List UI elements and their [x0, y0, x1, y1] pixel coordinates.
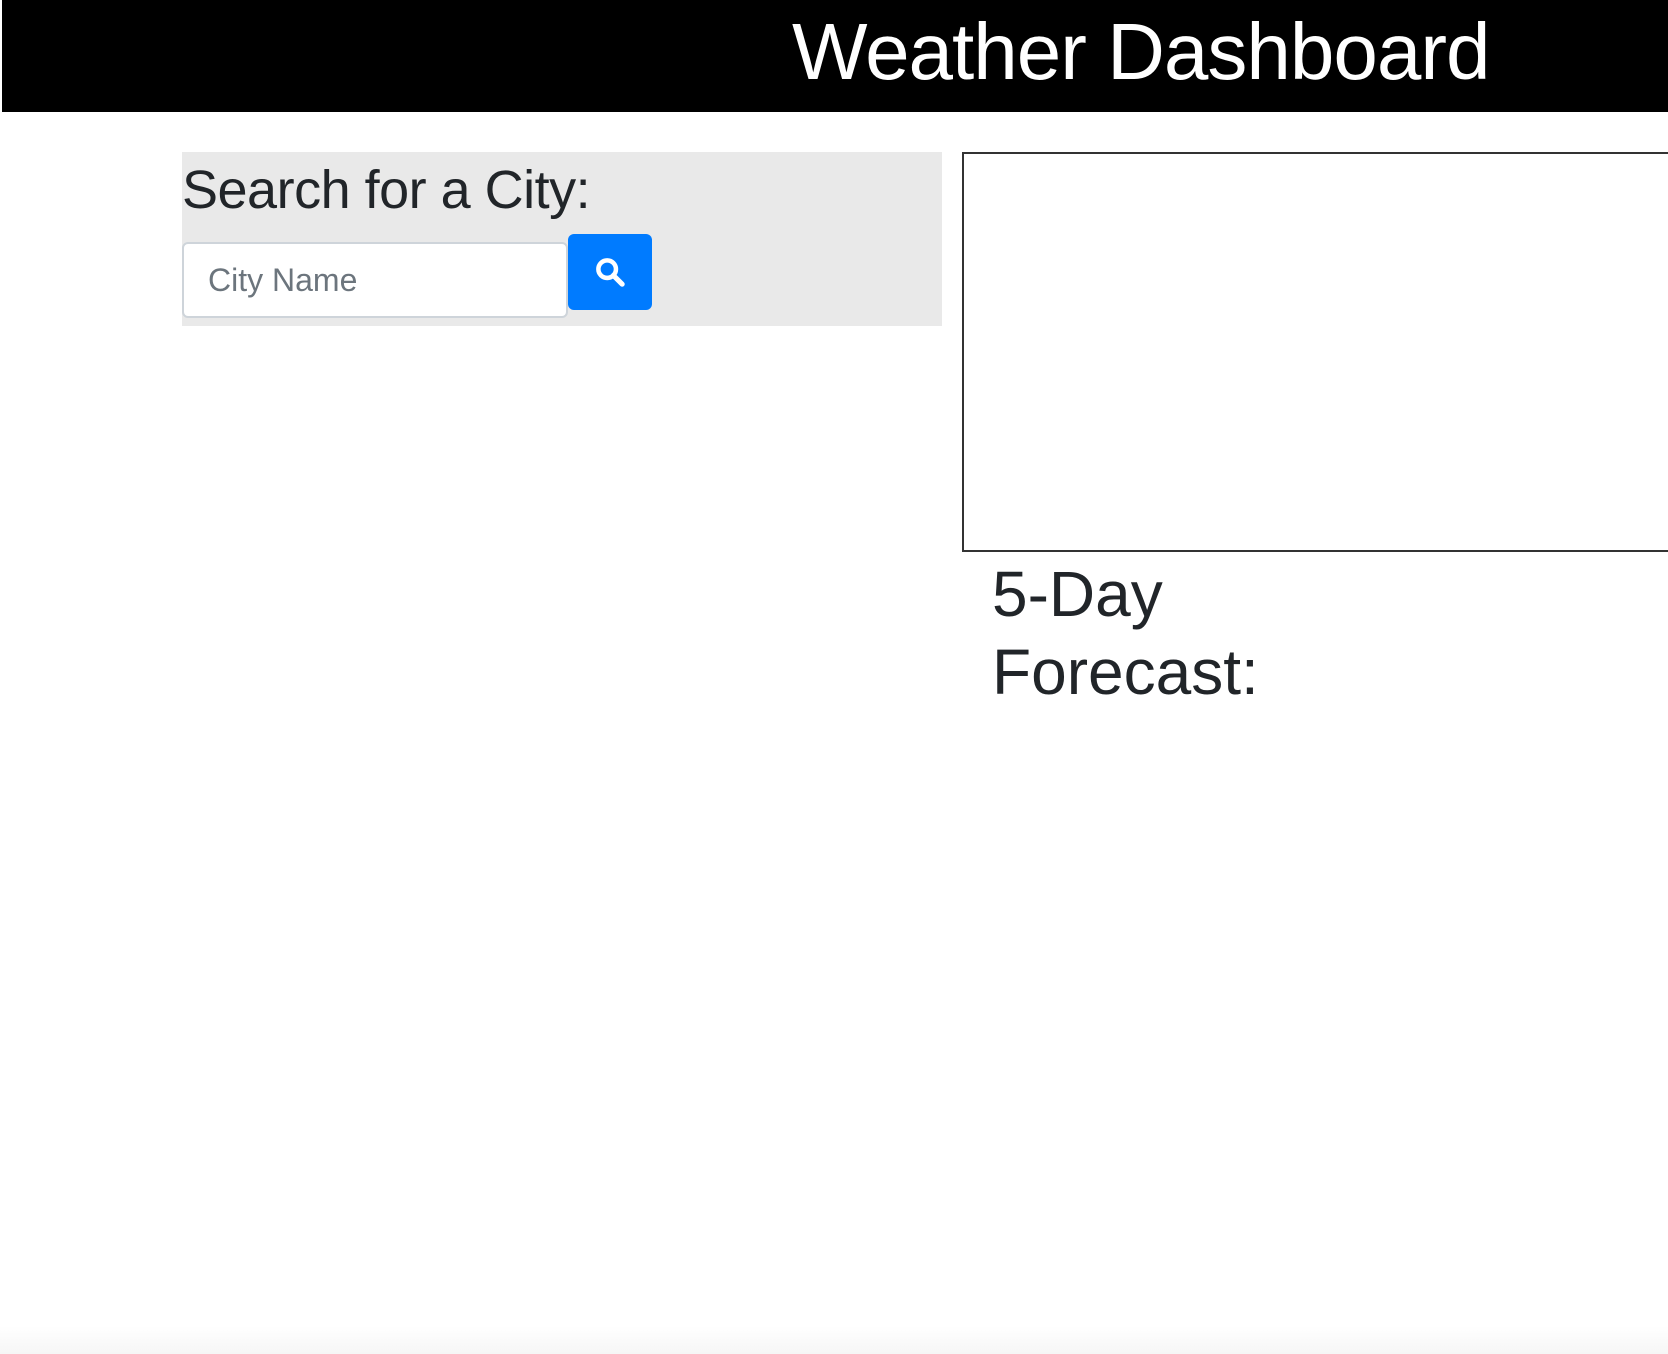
- search-button[interactable]: [568, 234, 652, 310]
- header-bar: Weather Dashboard: [2, 0, 1668, 112]
- search-heading: Search for a City:: [182, 160, 591, 220]
- current-weather-box: [962, 152, 1668, 552]
- city-search-input[interactable]: [182, 242, 568, 318]
- forecast-heading: 5-Day Forecast:: [992, 558, 1259, 708]
- search-icon: [593, 255, 627, 289]
- page-title: Weather Dashboard: [792, 7, 1490, 96]
- bottom-page-edge: [0, 1326, 1668, 1354]
- search-panel: Search for a City:: [182, 152, 942, 326]
